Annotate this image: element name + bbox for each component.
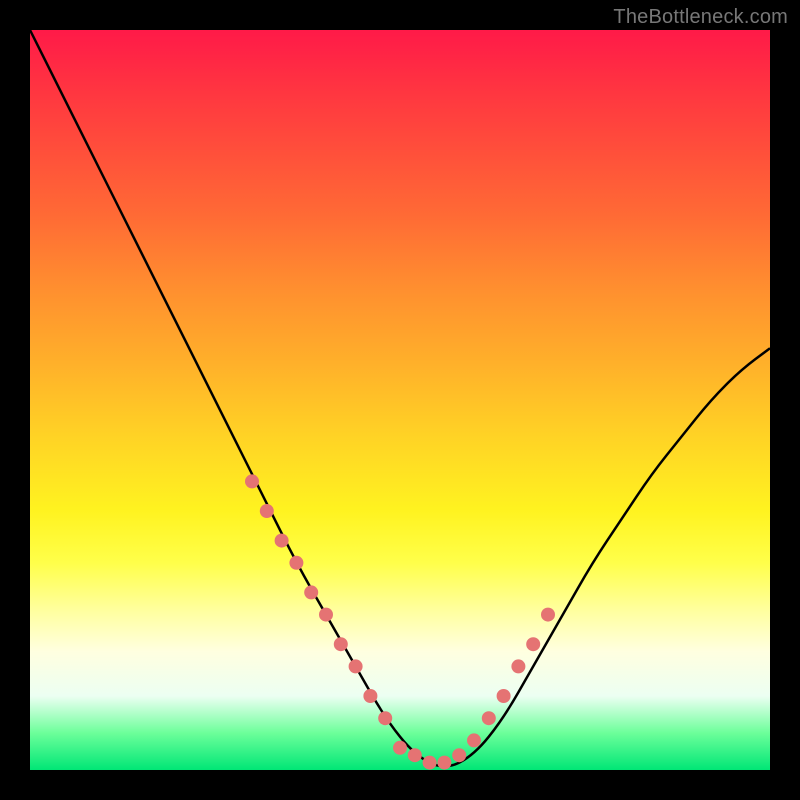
highlight-dot [497,689,511,703]
highlight-dot [304,585,318,599]
highlight-dot [423,756,437,770]
bottleneck-chart-svg [30,30,770,770]
highlight-dot [526,637,540,651]
highlight-dot [289,556,303,570]
highlight-dot [363,689,377,703]
highlight-dot [482,711,496,725]
highlight-dot [378,711,392,725]
highlight-dot [511,659,525,673]
highlight-dot [334,637,348,651]
bottleneck-curve [30,30,770,766]
highlight-dot [541,608,555,622]
highlight-dot [408,748,422,762]
highlight-dot [437,756,451,770]
highlight-dot [260,504,274,518]
highlight-dot [349,659,363,673]
watermark-text: TheBottleneck.com [613,6,788,29]
plot-area [30,30,770,770]
highlight-dots-right [467,608,555,748]
highlight-dot [245,474,259,488]
highlight-dot [393,741,407,755]
highlight-dot [275,534,289,548]
highlight-dot [467,733,481,747]
highlight-dot [452,748,466,762]
highlight-dot [319,608,333,622]
chart-frame: TheBottleneck.com [0,0,800,800]
